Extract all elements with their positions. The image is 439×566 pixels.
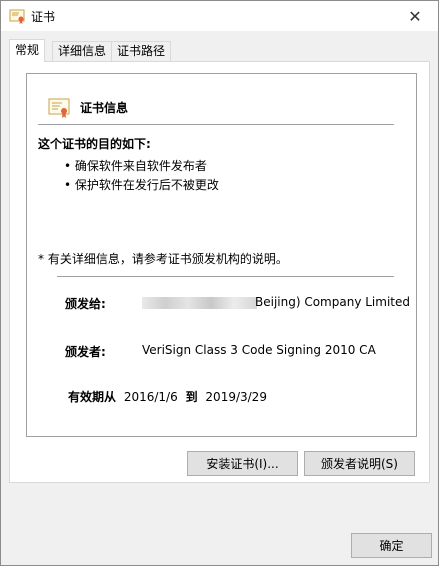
certificate-dialog: 证书 ✕ 常规 详细信息 证书路径 证书信息 这个证书的目的如下: • 确保软件… [0, 0, 439, 566]
tab-details[interactable]: 详细信息 [52, 41, 113, 61]
ok-button[interactable]: 确定 [351, 533, 432, 558]
divider [57, 276, 394, 277]
issuer-statement-button[interactable]: 颁发者说明(S) [304, 451, 415, 476]
purpose-list: 确保软件来自软件发布者 保护软件在发行后不被更改 [64, 157, 219, 195]
issued-to-label: 颁发给: [65, 297, 106, 311]
issued-to-value: Beijing) Company Limited [142, 295, 410, 309]
issued-to-text: Beijing) Company Limited [255, 295, 410, 309]
valid-from-label: 有效期从 [68, 390, 117, 404]
certificate-icon [9, 8, 25, 24]
tab-certification-path[interactable]: 证书路径 [111, 41, 172, 61]
issued-by-label: 颁发者: [65, 345, 106, 359]
issued-by-value: VeriSign Class 3 Code Signing 2010 CA [142, 343, 376, 357]
tab-general[interactable]: 常规 [9, 39, 46, 62]
certificate-icon [48, 98, 70, 118]
valid-to-label: 到 [185, 390, 198, 404]
close-button[interactable]: ✕ [392, 1, 438, 31]
list-item: 确保软件来自软件发布者 [64, 157, 219, 176]
divider [38, 124, 394, 125]
tab-panel: 证书信息 这个证书的目的如下: 确保软件来自软件发布者 保护软件在发行后不被更改… [9, 61, 430, 483]
valid-to-date: 2019/3/29 [205, 390, 267, 404]
window-title: 证书 [31, 10, 56, 24]
purpose-heading: 这个证书的目的如下: [38, 137, 151, 151]
title-bar: 证书 ✕ [1, 1, 438, 31]
certificate-info-title: 证书信息 [80, 101, 129, 115]
install-certificate-button[interactable]: 安装证书(I)... [187, 451, 298, 476]
details-note: * 有关详细信息，请参考证书颁发机构的说明。 [38, 252, 288, 266]
validity-row: 有效期从 2016/1/6 到 2019/3/29 [68, 388, 271, 405]
valid-from-date: 2016/1/6 [123, 390, 178, 404]
list-item: 保护软件在发行后不被更改 [64, 176, 219, 195]
close-icon: ✕ [408, 6, 422, 26]
certificate-info-box: 证书信息 这个证书的目的如下: 确保软件来自软件发布者 保护软件在发行后不被更改… [26, 73, 417, 437]
redacted-text [142, 296, 257, 309]
